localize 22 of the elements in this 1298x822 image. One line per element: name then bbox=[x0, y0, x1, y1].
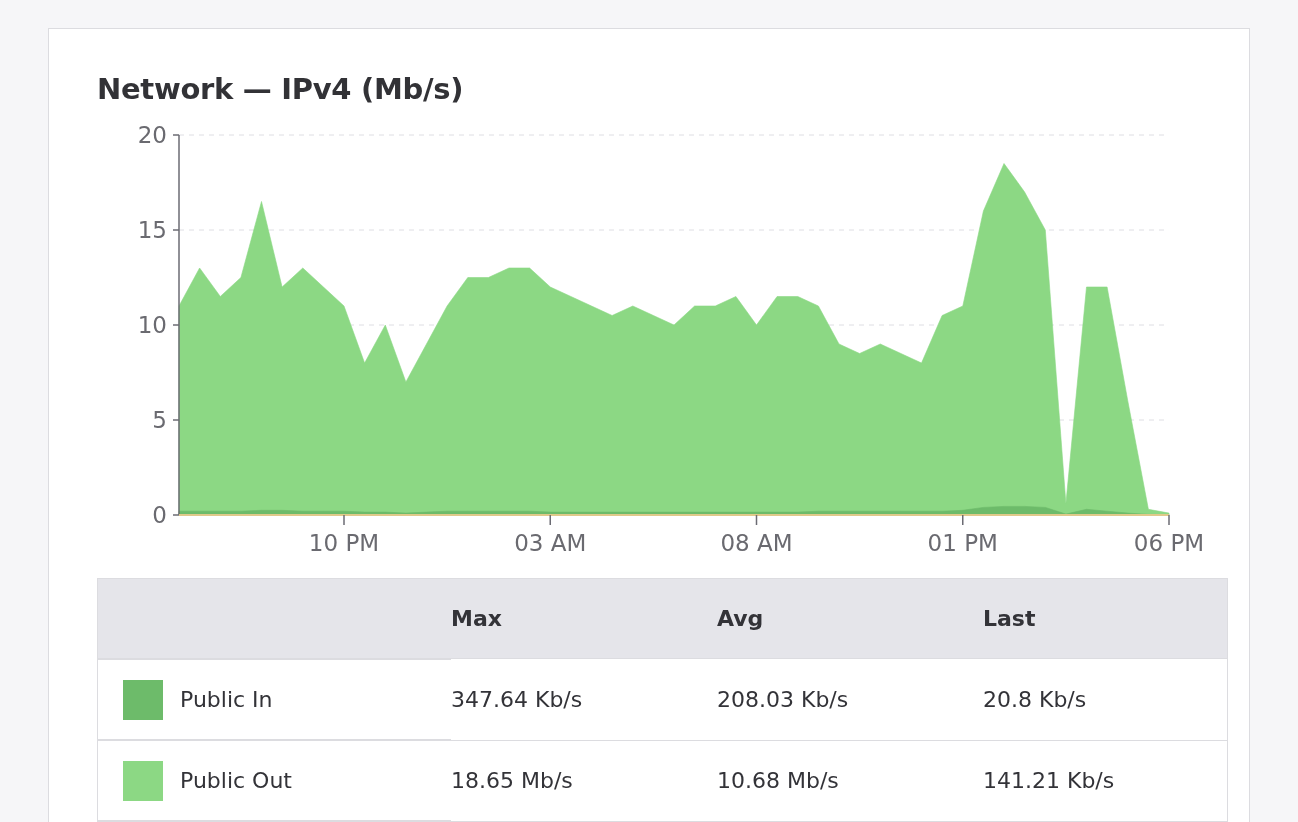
x-tick-label: 01 PM bbox=[927, 530, 998, 556]
chart-title: Network — IPv4 (Mb/s) bbox=[97, 71, 465, 108]
column-header: Last bbox=[983, 606, 1036, 631]
x-tick-label: 10 PM bbox=[308, 530, 380, 556]
table-cell: 208.03 Kb/s bbox=[717, 686, 849, 712]
x-tick-label: 06 PM bbox=[1133, 530, 1205, 556]
series-name: Public In bbox=[180, 687, 273, 712]
table-cell: 18.65 Mb/s bbox=[451, 768, 573, 794]
table-cell: 347.64 Kb/s bbox=[451, 686, 583, 712]
table-cell: 141.21 Kb/s bbox=[983, 768, 1115, 794]
column-header: Max bbox=[451, 606, 502, 631]
y-tick-label: 15 bbox=[137, 217, 167, 243]
column-header: Avg bbox=[717, 606, 764, 631]
table-cell: 10.68 Mb/s bbox=[717, 768, 839, 794]
series-name: Public Out bbox=[180, 768, 292, 793]
table-cell: 20.8 Kb/s bbox=[983, 686, 1087, 712]
y-tick-label: 0 bbox=[152, 502, 167, 528]
x-tick-label: 03 AM bbox=[514, 530, 587, 556]
y-tick-label: 20 bbox=[137, 122, 167, 148]
x-tick-label: 08 AM bbox=[720, 530, 793, 556]
y-tick-label: 5 bbox=[152, 407, 167, 433]
y-tick-label: 10 bbox=[137, 312, 167, 338]
